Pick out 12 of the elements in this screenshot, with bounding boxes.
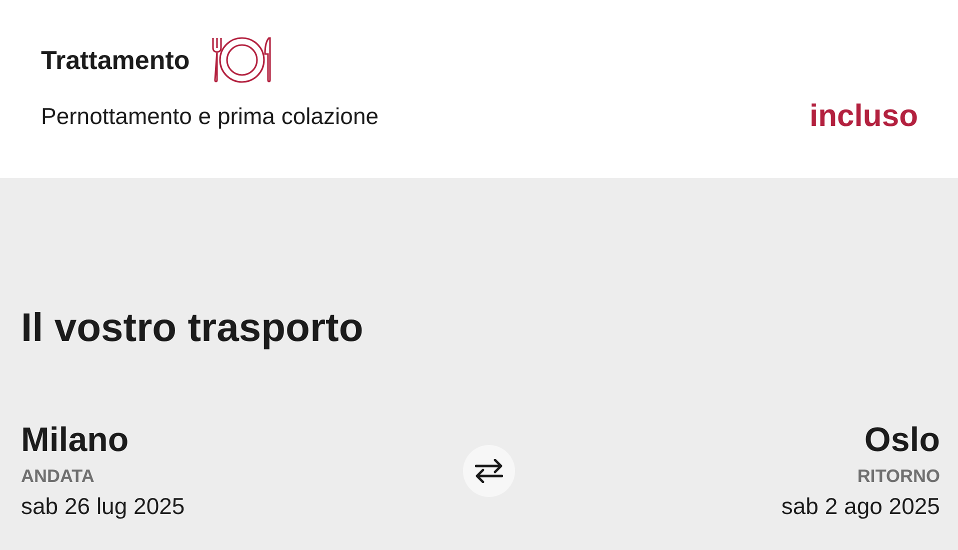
price-label: incluso (809, 98, 918, 134)
leg-date: sab 2 ago 2025 (781, 493, 940, 520)
leg-label: RITORNO (857, 466, 940, 487)
plate-cutlery-icon (210, 36, 274, 84)
board-description: Pernottamento e prima colazione (41, 102, 379, 130)
leg-date: sab 26 lug 2025 (21, 493, 185, 520)
city-name: Oslo (864, 421, 940, 460)
swap-icon (475, 458, 504, 482)
leg-label: ANDATA (21, 466, 94, 487)
city-name: Milano (21, 421, 129, 460)
section-heading: Il vostro trasporto (21, 306, 364, 351)
section-title: Trattamento (41, 44, 190, 76)
